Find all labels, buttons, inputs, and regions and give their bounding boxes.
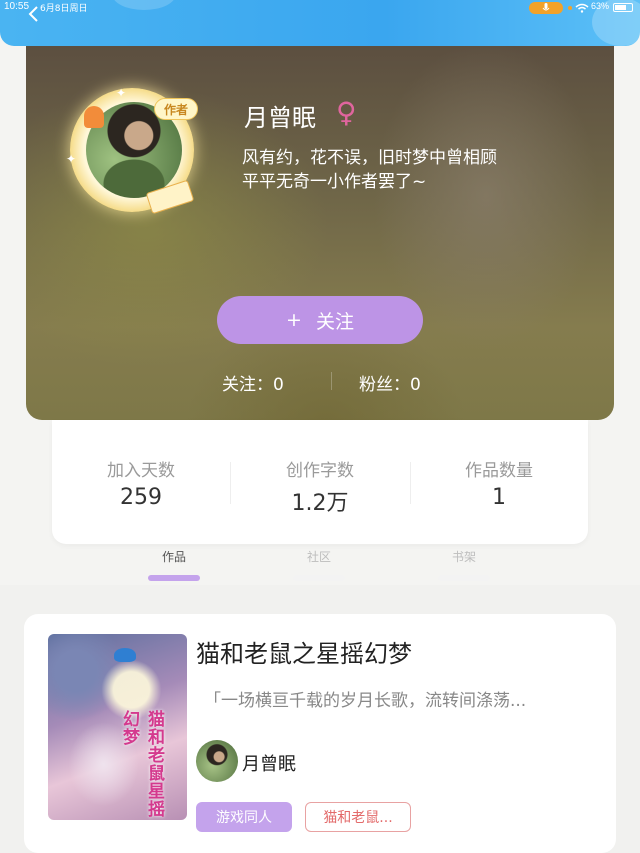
author-stats-panel: 加入天数 259 创作字数 1.2万 作品数量 1 — [52, 420, 588, 544]
butterfly-icon — [114, 648, 136, 662]
stat-value: 1.2万 — [291, 491, 349, 516]
stat-label: 作品数量 — [465, 461, 533, 481]
female-gender-icon: ♀ — [336, 96, 357, 129]
stat-works-count: 作品数量 1 — [410, 456, 588, 510]
book-title[interactable]: 猫和老鼠之星摇幻梦 — [196, 634, 412, 669]
stat-label: 加入天数 — [107, 461, 175, 481]
tab-indicator — [293, 575, 345, 581]
plus-icon: + — [286, 309, 302, 331]
tab-bookshelf[interactable]: 书架 — [434, 548, 494, 565]
fans-count[interactable]: 粉丝：0 — [359, 370, 421, 395]
back-arrow-icon[interactable] — [26, 6, 42, 22]
tab-community[interactable]: 社区 — [289, 548, 349, 565]
wifi-icon — [575, 3, 589, 13]
stat-label: 创作字数 — [286, 461, 354, 481]
book-card[interactable]: 猫和老鼠星摇幻梦 猫和老鼠之星摇幻梦 「一场横亘千载的岁月长歌，流转间涤荡...… — [24, 614, 616, 853]
recording-dot — [568, 6, 572, 10]
author-bio: 风有约，花不误，旧时梦中曾相顾 平平无奇一小作者罢了~ — [242, 146, 562, 194]
author-badge: 作者 — [154, 98, 198, 120]
tab-indicator-active — [148, 575, 200, 581]
decor-bubble — [112, 0, 176, 10]
profile-header: ✦ ✦ 作者 月曾眠 ♀ 风有约，花不误，旧时梦中曾相顾 平平无奇一小作者罢了~… — [26, 46, 614, 420]
tab-indicator — [438, 575, 490, 581]
tab-works[interactable]: 作品 — [144, 548, 204, 565]
follow-button[interactable]: + 关注 — [217, 296, 423, 344]
book-author-avatar — [196, 740, 238, 782]
sparkle-icon: ✦ — [66, 152, 77, 166]
tag-tom-and-jerry[interactable]: 猫和老鼠... — [305, 802, 411, 832]
divider — [331, 372, 332, 390]
sparkle-icon: ✦ — [116, 86, 127, 100]
following-count[interactable]: 关注：0 — [222, 370, 284, 395]
battery-icon — [613, 3, 633, 12]
stat-value: 259 — [120, 485, 162, 510]
top-bar: 10:55 6月8日周日 63% — [0, 0, 640, 46]
status-date: 6月8日周日 — [40, 4, 88, 14]
stat-word-count: 创作字数 1.2万 — [231, 456, 409, 517]
bio-line: 风有约，花不误，旧时梦中曾相顾 — [242, 148, 497, 168]
stat-value: 1 — [492, 485, 506, 510]
tag-game-fanfic[interactable]: 游戏同人 — [196, 802, 292, 832]
bell-decoration-icon — [84, 106, 104, 128]
author-name: 月曾眠 — [244, 104, 316, 132]
microphone-icon — [529, 2, 563, 14]
stat-join-days: 加入天数 259 — [52, 456, 230, 510]
follow-button-label: 关注 — [315, 310, 354, 333]
book-author-name: 月曾眠 — [242, 754, 296, 775]
book-description: 「一场横亘千载的岁月长歌，流转间涤荡... — [204, 691, 527, 711]
cover-title: 猫和老鼠星摇幻梦 — [119, 710, 164, 818]
book-cover[interactable]: 猫和老鼠星摇幻梦 — [48, 634, 187, 820]
bio-line: 平平无奇一小作者罢了~ — [242, 172, 427, 192]
battery-percent: 63% — [591, 1, 610, 11]
